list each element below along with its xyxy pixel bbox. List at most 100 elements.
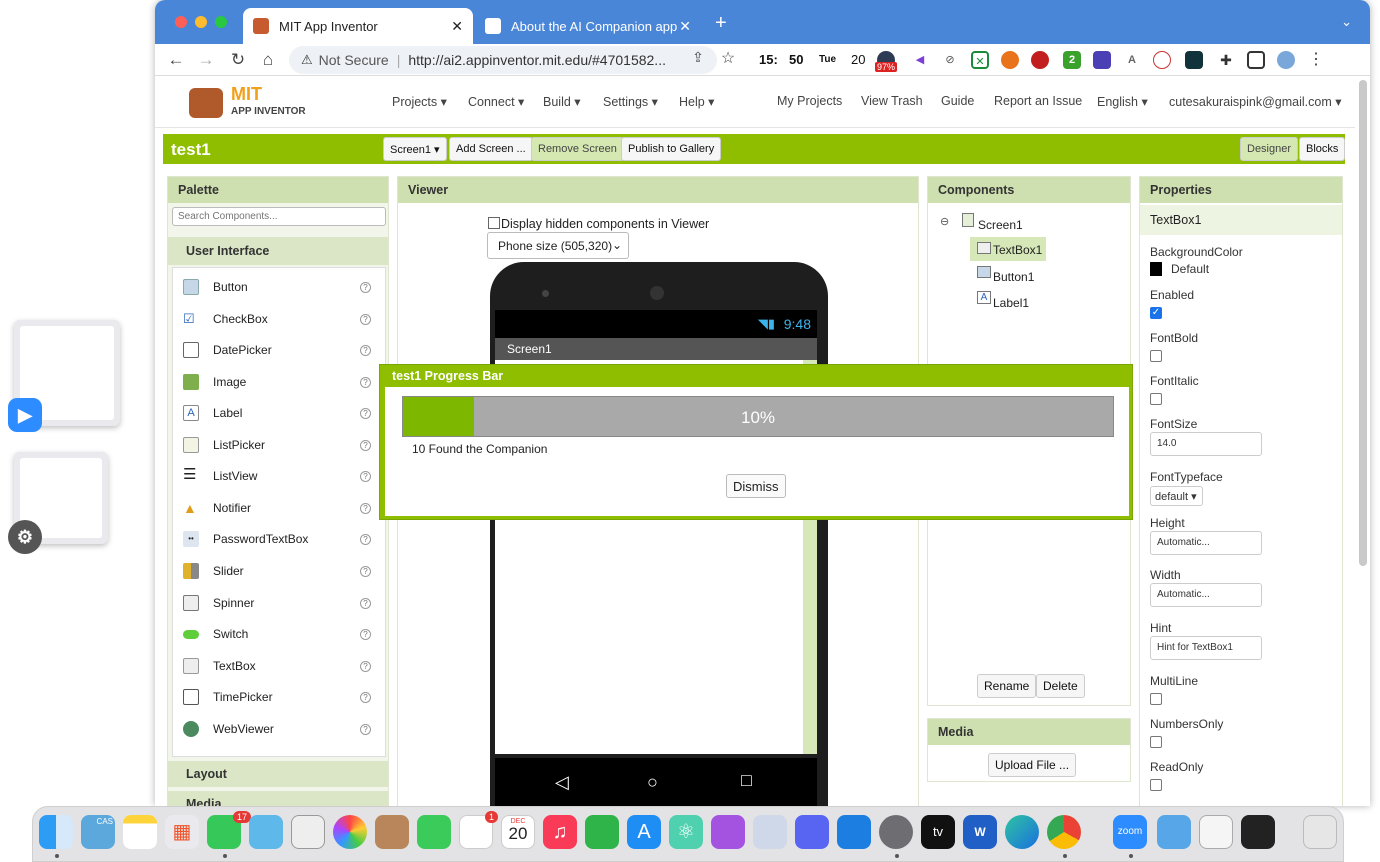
globe-extension-icon[interactable]: ⊘ <box>941 51 959 69</box>
word-icon[interactable]: W <box>963 815 997 849</box>
link-guide[interactable]: Guide <box>941 94 974 108</box>
maximize-window-button[interactable] <box>215 16 227 28</box>
bookmark-star-icon[interactable]: ☆ <box>717 48 739 68</box>
tab-search-icon[interactable]: ⌄ <box>1341 14 1352 30</box>
cas-app-icon[interactable]: CAS <box>81 815 115 849</box>
sports-extension-icon[interactable] <box>1031 51 1049 69</box>
podcasts-icon[interactable] <box>711 815 745 849</box>
maps-icon[interactable] <box>249 815 283 849</box>
hint-input[interactable]: Hint for TextBox1 <box>1150 636 1262 660</box>
tree-button1[interactable]: Button1 <box>993 270 1034 284</box>
page-scrollbar[interactable] <box>1359 80 1367 566</box>
menu-help[interactable]: Help ▾ <box>679 94 714 109</box>
palette-item-webviewer[interactable]: WebViewer <box>183 716 373 742</box>
monitor-extension-icon[interactable] <box>1185 51 1203 69</box>
help-icon[interactable]: ? <box>360 692 371 703</box>
profile-avatar-icon[interactable] <box>1277 51 1295 69</box>
megaphone-extension-icon[interactable]: ◀ <box>911 51 929 69</box>
rename-button[interactable]: Rename <box>977 674 1037 698</box>
finder-icon[interactable] <box>39 815 73 849</box>
keynote-icon[interactable] <box>837 815 871 849</box>
discord-icon[interactable] <box>795 815 829 849</box>
palette-item-switch[interactable]: Switch <box>183 621 373 647</box>
menu-connect[interactable]: Connect ▾ <box>468 94 524 109</box>
help-icon[interactable]: ? <box>360 503 371 514</box>
blocks-button[interactable]: Blocks <box>1299 137 1346 161</box>
palette-category-media[interactable]: Media <box>168 791 388 806</box>
collapse-icon[interactable]: ⊖ <box>940 215 949 228</box>
garageband-icon[interactable] <box>1241 815 1275 849</box>
music-icon[interactable]: ♫ <box>543 815 577 849</box>
reader-extension-icon[interactable] <box>1093 51 1111 69</box>
apple-tv-icon[interactable]: tv <box>921 815 955 849</box>
tab-mit-app-inventor[interactable]: MIT App Inventor ✕ <box>243 8 473 44</box>
more-menu-icon[interactable]: ⋮ <box>1307 51 1325 69</box>
address-bar[interactable]: ⚠ Not Secure | http://ai2.appinventor.mi… <box>289 46 717 74</box>
tree-screen1[interactable]: Screen1 <box>978 218 1023 232</box>
screenshot-icon[interactable] <box>291 815 325 849</box>
font-extension-icon[interactable]: A <box>1123 51 1141 69</box>
back-icon[interactable]: ← <box>165 50 187 70</box>
baseball-extension-icon[interactable] <box>1153 51 1171 69</box>
facetime-icon[interactable] <box>417 815 451 849</box>
help-icon[interactable]: ? <box>360 534 371 545</box>
link-report-issue[interactable]: Report an Issue <box>994 94 1082 108</box>
palette-search-input[interactable] <box>172 207 386 226</box>
fontsize-input[interactable]: 14.0 <box>1150 432 1262 456</box>
numbersonly-checkbox[interactable] <box>1150 736 1162 748</box>
menu-language[interactable]: English ▾ <box>1097 94 1148 109</box>
zoom-app-icon[interactable]: ▶ <box>8 398 42 432</box>
palette-item-listview[interactable]: ☰ ListView <box>183 463 373 489</box>
help-icon[interactable]: ? <box>360 345 371 356</box>
publish-gallery-button[interactable]: Publish to Gallery <box>621 137 722 161</box>
close-tab-icon[interactable]: ✕ <box>451 18 463 35</box>
reload-icon[interactable]: ↻ <box>227 50 249 70</box>
puzzle-extensions-icon[interactable]: ✚ <box>1217 51 1235 69</box>
preview-icon[interactable] <box>753 815 787 849</box>
contacts-icon[interactable] <box>375 815 409 849</box>
delete-button[interactable]: Delete <box>1036 674 1085 698</box>
zoom-dock-icon[interactable]: zoom <box>1113 815 1147 849</box>
menu-account[interactable]: cutesakuraispink@gmail.com ▾ <box>1169 94 1342 109</box>
launchpad-icon[interactable]: ▦ <box>165 815 199 849</box>
screen-select-button[interactable]: Screen1 ▾ <box>383 137 447 161</box>
help-icon[interactable]: ? <box>360 661 371 672</box>
palette-item-datepicker[interactable]: DatePicker <box>183 337 373 363</box>
numbers-icon[interactable] <box>585 815 619 849</box>
designer-button[interactable]: Designer <box>1240 137 1299 161</box>
minimize-window-button[interactable] <box>195 16 207 28</box>
help-icon[interactable]: ? <box>360 629 371 640</box>
chrome-icon[interactable] <box>1047 815 1081 849</box>
palette-item-notifier[interactable]: ▲ Notifier <box>183 495 373 521</box>
palette-item-listpicker[interactable]: ListPicker <box>183 432 373 458</box>
help-icon[interactable]: ? <box>360 566 371 577</box>
link-view-trash[interactable]: View Trash <box>861 94 923 108</box>
settings-app-icon[interactable]: ⚙ <box>8 520 42 554</box>
palette-item-timepicker[interactable]: TimePicker <box>183 684 373 710</box>
close-tab-icon[interactable]: ✕ <box>679 18 691 35</box>
prop-bg-value[interactable]: Default <box>1171 262 1209 276</box>
palette-item-image[interactable]: Image <box>183 369 373 395</box>
system-settings-icon[interactable] <box>879 815 913 849</box>
height-input[interactable]: Automatic... <box>1150 531 1262 555</box>
link-my-projects[interactable]: My Projects <box>777 94 842 108</box>
terminal-robot-icon[interactable] <box>1199 815 1233 849</box>
close-window-button[interactable] <box>175 16 187 28</box>
help-icon[interactable]: ? <box>360 724 371 735</box>
sidebar-icon[interactable] <box>1247 51 1265 69</box>
palette-item-checkbox[interactable]: ☑ CheckBox <box>183 306 373 332</box>
dismiss-button[interactable]: Dismiss <box>726 474 786 498</box>
calendar-icon[interactable]: DEC 20 <box>501 815 535 849</box>
new-tab-button[interactable]: + <box>715 12 727 35</box>
fontbold-checkbox[interactable] <box>1150 350 1162 362</box>
menu-projects[interactable]: Projects ▾ <box>392 94 447 109</box>
notes-icon[interactable] <box>123 815 157 849</box>
palette-item-textbox[interactable]: TextBox <box>183 653 373 679</box>
palette-item-passwordtextbox[interactable]: •• PasswordTextBox <box>183 526 373 552</box>
palette-category-layout[interactable]: Layout <box>168 761 388 787</box>
number-extension-icon[interactable]: 2 <box>1063 51 1081 69</box>
forward-icon[interactable]: → <box>195 50 217 70</box>
trash-icon[interactable] <box>1303 815 1337 849</box>
display-hidden-checkbox[interactable] <box>488 217 500 229</box>
help-icon[interactable]: ? <box>360 440 371 451</box>
